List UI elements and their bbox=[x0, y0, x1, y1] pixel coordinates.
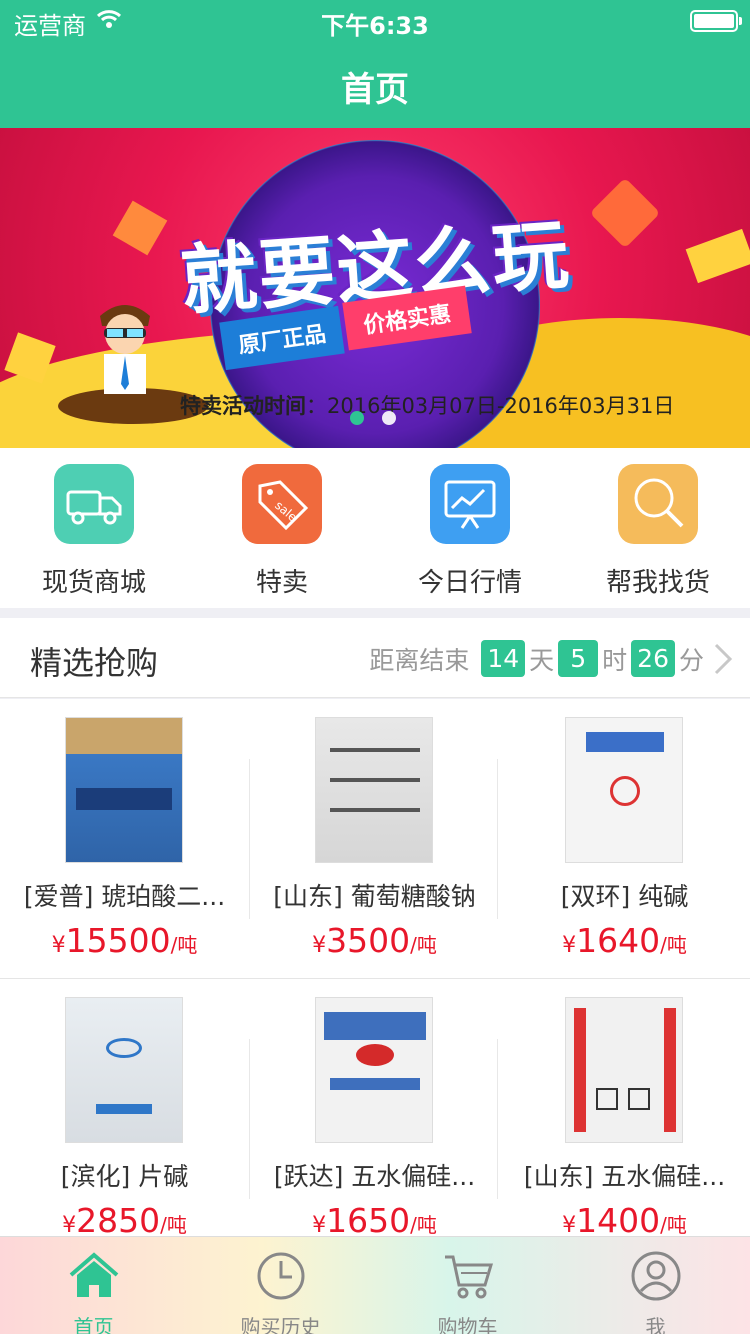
clock-time: 下午6:33 bbox=[321, 12, 429, 40]
product-image bbox=[565, 717, 683, 863]
tab-label: 我 bbox=[645, 1315, 666, 1334]
home-icon bbox=[69, 1252, 118, 1297]
countdown-days-unit: 天 bbox=[529, 645, 555, 675]
category-special-sale[interactable]: sale 特卖 bbox=[188, 464, 376, 599]
decor-shape bbox=[112, 200, 168, 256]
sale-tag-icon: sale bbox=[242, 464, 322, 544]
promo-banner[interactable]: 就要这么玩 原厂正品 价格实惠 特卖活动时间：2016年03月07日-2016年… bbox=[0, 128, 750, 448]
chart-board-icon bbox=[430, 464, 510, 544]
tab-bar: 首页 购买历史 购物车 我 bbox=[0, 1236, 750, 1334]
cart-icon bbox=[444, 1255, 493, 1299]
category-today-market[interactable]: 今日行情 bbox=[376, 464, 564, 599]
product-card[interactable]: [山东] 葡萄糖酸钠 ¥3500/吨 bbox=[250, 699, 499, 979]
category-label: 现货商城 bbox=[41, 568, 146, 598]
countdown-minutes-unit: 分 bbox=[678, 645, 704, 675]
product-row: [滨化] 片碱 ¥2850/吨 [跃达] 五水偏硅... ¥1650/吨 [山东… bbox=[0, 979, 750, 1259]
product-grid: [爱普] 琥珀酸二... ¥15500/吨 [山东] 葡萄糖酸钠 ¥3500/吨… bbox=[0, 699, 750, 1259]
battery-icon bbox=[690, 10, 742, 32]
divider bbox=[497, 759, 498, 919]
section-title: 精选抢购 bbox=[30, 644, 159, 682]
divider bbox=[497, 1039, 498, 1199]
countdown-days: 14 bbox=[481, 640, 526, 677]
countdown: 距离结束 14 天 5 时 26 分 bbox=[367, 640, 706, 677]
product-name: [跃达] 五水偏硅... bbox=[273, 1162, 476, 1191]
category-find-goods[interactable]: 帮我找货 bbox=[564, 464, 750, 599]
page-title: 首页 bbox=[341, 70, 409, 110]
product-price: ¥3500/吨 bbox=[312, 921, 437, 960]
category-spot-mall[interactable]: 现货商城 bbox=[0, 464, 188, 599]
truck-icon bbox=[54, 464, 134, 544]
category-bar: 现货商城 sale 特卖 今日行情 帮我找货 bbox=[0, 448, 750, 608]
countdown-minutes: 26 bbox=[631, 640, 675, 677]
product-price: ¥1400/吨 bbox=[562, 1201, 687, 1240]
clock-icon bbox=[257, 1252, 304, 1300]
flash-sale-header[interactable]: 精选抢购 距离结束 14 天 5 时 26 分 bbox=[0, 618, 750, 698]
status-bar: 运营商 下午6:33 bbox=[0, 0, 750, 40]
top-bar: 运营商 下午6:33 首页 bbox=[0, 0, 750, 128]
product-row: [爱普] 琥珀酸二... ¥15500/吨 [山东] 葡萄糖酸钠 ¥3500/吨… bbox=[0, 699, 750, 979]
category-label: 帮我找货 bbox=[605, 568, 710, 598]
tab-me[interactable]: 我 bbox=[562, 1237, 749, 1334]
product-card[interactable]: [山东] 五水偏硅... ¥1400/吨 bbox=[500, 979, 749, 1259]
decor-shape bbox=[685, 228, 750, 284]
countdown-label: 距离结束 bbox=[369, 645, 470, 675]
svg-text:sale: sale bbox=[272, 498, 300, 524]
product-name: [滨化] 片碱 bbox=[60, 1162, 189, 1191]
tab-label: 购买历史 bbox=[240, 1315, 321, 1334]
product-card[interactable]: [爱普] 琥珀酸二... ¥15500/吨 bbox=[0, 699, 249, 979]
product-card[interactable]: [滨化] 片碱 ¥2850/吨 bbox=[0, 979, 249, 1259]
product-name: [爱普] 琥珀酸二... bbox=[23, 882, 226, 911]
search-icon bbox=[618, 464, 698, 544]
product-image bbox=[565, 997, 683, 1143]
countdown-hours-unit: 时 bbox=[602, 645, 628, 675]
product-card[interactable]: [双环] 纯碱 ¥1640/吨 bbox=[500, 699, 749, 979]
countdown-hours: 5 bbox=[558, 640, 599, 677]
banner-pager[interactable] bbox=[350, 410, 414, 429]
product-price: ¥2850/吨 bbox=[62, 1201, 187, 1240]
tab-label: 购物车 bbox=[437, 1315, 498, 1334]
product-image bbox=[315, 717, 433, 863]
sale-period: 特卖活动时间：2016年03月07日-2016年03月31日 bbox=[180, 394, 675, 418]
product-price: ¥1650/吨 bbox=[312, 1201, 437, 1240]
product-image bbox=[65, 997, 183, 1143]
cartoon-man-icon bbox=[100, 305, 150, 394]
chevron-right-icon[interactable] bbox=[710, 642, 736, 676]
category-label: 特卖 bbox=[255, 568, 308, 598]
product-price: ¥1640/吨 bbox=[562, 921, 687, 960]
decor-shape bbox=[589, 177, 661, 249]
user-icon bbox=[631, 1251, 680, 1301]
tab-home[interactable]: 首页 bbox=[0, 1237, 187, 1334]
product-name: [山东] 葡萄糖酸钠 bbox=[273, 882, 476, 911]
product-name: [双环] 纯碱 bbox=[560, 882, 689, 911]
product-image bbox=[65, 717, 183, 863]
product-card[interactable]: [跃达] 五水偏硅... ¥1650/吨 bbox=[250, 979, 499, 1259]
pager-dot-active[interactable] bbox=[350, 411, 364, 425]
product-image bbox=[315, 997, 433, 1143]
tab-history[interactable]: 购买历史 bbox=[187, 1237, 374, 1334]
product-name: [山东] 五水偏硅... bbox=[523, 1162, 726, 1191]
tab-label: 首页 bbox=[73, 1315, 114, 1334]
tab-cart[interactable]: 购物车 bbox=[374, 1237, 561, 1334]
pager-dot[interactable] bbox=[382, 411, 396, 425]
category-label: 今日行情 bbox=[417, 568, 522, 598]
product-price: ¥15500/吨 bbox=[51, 921, 198, 960]
